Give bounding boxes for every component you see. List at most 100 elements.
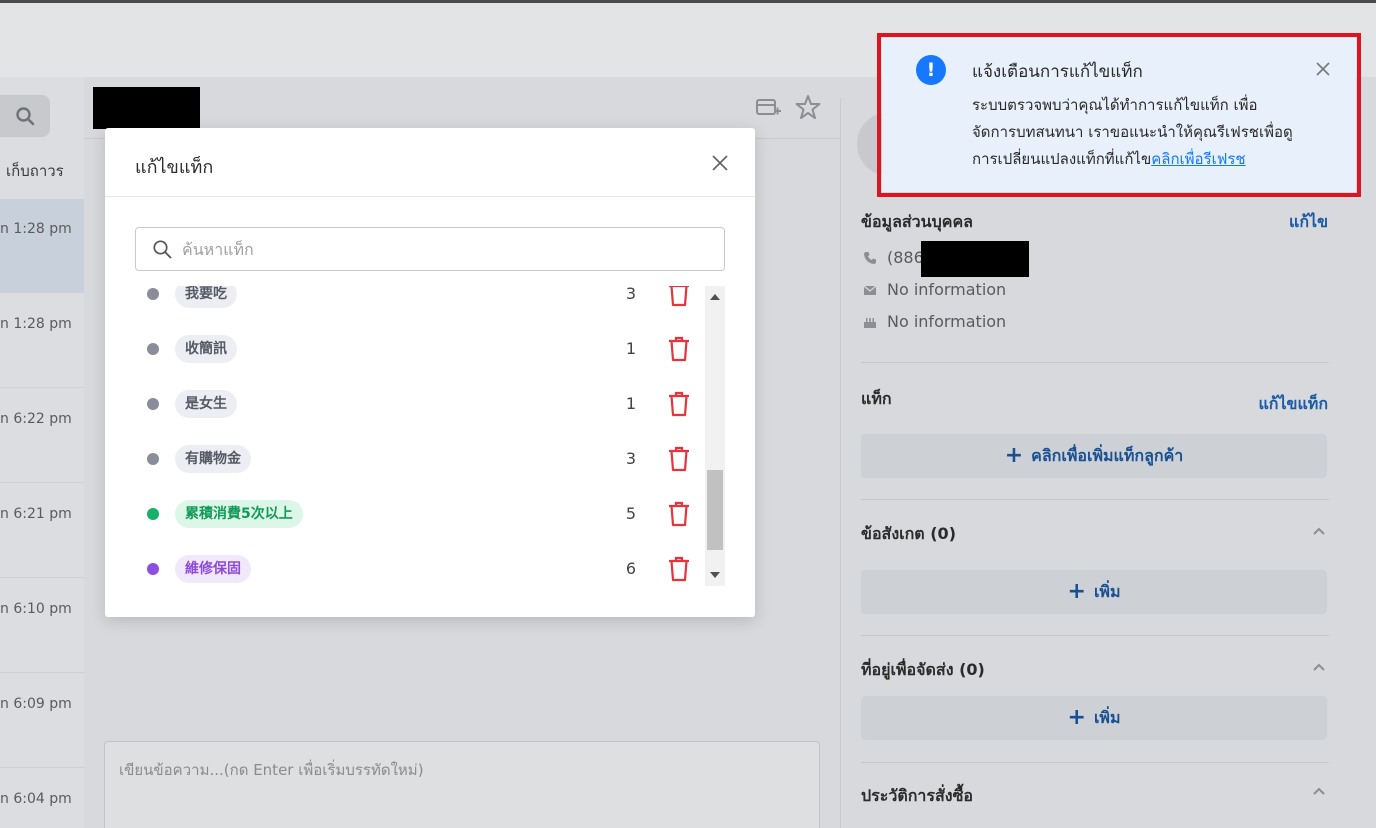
tag-color-dot	[147, 398, 159, 410]
tag-row: 是女生 1	[135, 378, 705, 433]
trash-icon[interactable]	[667, 336, 691, 362]
archive-filter-label[interactable]: เก็บถาวร	[6, 159, 64, 183]
trash-icon[interactable]	[667, 286, 691, 307]
conversation-item[interactable]: n 6:10 pm	[0, 579, 84, 673]
add-customer-tag-label: คลิกเพื่อเพิ่มแท็กลูกค้า	[1031, 445, 1184, 465]
conversation-time: n 6:21 pm	[0, 506, 72, 522]
personal-info-title: ข้อมูลส่วนบุคคล	[861, 212, 973, 231]
conversation-item[interactable]: n 1:28 pm	[0, 294, 84, 388]
birthday-row: No information	[863, 312, 1006, 331]
tag-usage-count: 3	[625, 449, 637, 468]
conversation-time: n 6:04 pm	[0, 791, 72, 807]
email-icon	[863, 285, 877, 295]
order-history-section-title: ประวัติการสั่งซื้อ	[861, 786, 974, 805]
notification-title: แจ้งเตือนการแก้ไขแท็ก	[972, 62, 1143, 82]
phone-value: (886	[887, 248, 924, 267]
star-icon[interactable]	[794, 93, 822, 121]
shipping-address-section-title: ที่อยู่เพื่อจัดส่ง (0)	[861, 660, 985, 679]
tag-row: 累積消費5次以上 5	[135, 488, 705, 543]
tag-chip: 維修保固	[175, 555, 251, 583]
phone-icon	[864, 251, 876, 264]
tag-search-input[interactable]	[182, 239, 702, 259]
tag-color-dot	[147, 288, 159, 300]
modal-title: แก้ไขแท็ก	[135, 157, 214, 178]
conversation-time: n 6:22 pm	[0, 411, 72, 427]
tag-usage-count: 1	[625, 394, 637, 413]
conversation-list-panel: เก็บถาวร n 1:28 pm n 1:28 pm n 6:22 pm n…	[0, 77, 84, 828]
divider	[861, 762, 1329, 763]
tag-color-dot	[147, 563, 159, 575]
email-value: No information	[887, 280, 1007, 299]
conversation-item[interactable]: n 1:28 pm	[0, 199, 84, 293]
tag-color-dot	[147, 343, 159, 355]
edit-tags-link[interactable]: แก้ไขแท็ก	[1258, 392, 1328, 417]
conversation-item[interactable]: n 6:04 pm	[0, 769, 84, 828]
tag-search-field[interactable]	[135, 227, 725, 271]
conversation-time: n 1:28 pm	[0, 221, 72, 237]
trash-icon[interactable]	[667, 501, 691, 527]
email-row: No information	[863, 280, 1006, 299]
notes-section-title: ข้อสังเกต (0)	[861, 524, 956, 543]
conversation-time: n 6:10 pm	[0, 601, 72, 617]
close-icon[interactable]	[1316, 62, 1330, 76]
tag-usage-count: 3	[625, 286, 637, 303]
tag-color-dot	[147, 453, 159, 465]
trash-icon[interactable]	[667, 391, 691, 417]
tag-usage-count: 6	[625, 559, 637, 578]
birthday-cake-icon	[864, 317, 876, 328]
personal-info-edit-link[interactable]: แก้ไข	[1289, 210, 1328, 235]
customer-profile-panel: ข้อมูลส่วนบุคคล แก้ไข (886 No informatio…	[840, 98, 1348, 828]
tag-row: 收簡訊 1	[135, 323, 705, 378]
tag-color-dot	[147, 508, 159, 520]
scroll-down-arrow-icon[interactable]	[705, 566, 725, 584]
tags-section-title: แท็ก	[861, 389, 892, 408]
refresh-link[interactable]: คลิกเพื่อรีเฟรช	[1151, 150, 1245, 168]
tag-chip: 是女生	[175, 390, 237, 418]
scrollbar-thumb[interactable]	[707, 470, 723, 550]
chevron-up-icon[interactable]	[1312, 660, 1326, 674]
divider	[861, 362, 1329, 363]
add-address-label: เพิ่ม	[1093, 707, 1121, 727]
chevron-up-icon[interactable]	[1312, 784, 1326, 798]
chevron-up-icon[interactable]	[1312, 524, 1326, 538]
tag-list-scrollbar[interactable]	[705, 286, 725, 586]
message-composer[interactable]: เขียนข้อความ...(กด Enter เพื่อเริ่มบรรทั…	[104, 741, 820, 828]
tag-row: 維修保固 6	[135, 543, 705, 586]
tag-edit-notification: ! แจ้งเตือนการแก้ไขแท็ก ระบบตรวจพบว่าคุณ…	[882, 38, 1356, 192]
tag-usage-count: 5	[625, 504, 637, 523]
add-address-button[interactable]: + เพิ่ม	[861, 696, 1327, 740]
add-note-label: เพิ่ม	[1093, 581, 1121, 601]
edit-tags-modal: แก้ไขแท็ก 我要吃 3 收簡訊 1 是女生 1 有購物金 3	[105, 128, 755, 617]
add-customer-tag-button[interactable]: + คลิกเพื่อเพิ่มแท็กลูกค้า	[861, 434, 1327, 478]
scroll-up-arrow-icon[interactable]	[705, 288, 725, 306]
phone-row: (886	[863, 248, 924, 267]
divider	[861, 499, 1329, 500]
redacted-phone-number	[921, 241, 1029, 277]
redacted-contact-name	[93, 87, 200, 129]
tag-list: 我要吃 3 收簡訊 1 是女生 1 有購物金 3 累積消費5次以上 5 維修保固…	[135, 286, 725, 586]
conversation-item[interactable]: n 6:21 pm	[0, 484, 84, 578]
close-icon[interactable]	[711, 154, 729, 172]
notification-body-line: จัดการบทสนทนา เราขอแนะนำให้คุณรีเฟรชเพื่…	[972, 123, 1293, 141]
modal-header: แก้ไขแท็ก	[105, 128, 755, 197]
conversation-item[interactable]: n 6:22 pm	[0, 389, 84, 483]
trash-icon[interactable]	[667, 446, 691, 472]
conversation-item[interactable]: n 6:09 pm	[0, 674, 84, 768]
plus-icon: +	[1067, 705, 1086, 730]
search-icon	[153, 240, 172, 259]
trash-icon[interactable]	[667, 556, 691, 582]
composer-placeholder: เขียนข้อความ...(กด Enter เพื่อเริ่มบรรทั…	[119, 761, 424, 779]
conversation-search-button[interactable]	[0, 95, 50, 137]
exclamation-icon: !	[916, 55, 946, 85]
notification-body: ระบบตรวจพบว่าคุณได้ทำการแก้ไขแท็ก เพื่อ …	[972, 92, 1342, 173]
tag-chip: 我要吃	[175, 286, 237, 308]
conversation-time: n 1:28 pm	[0, 316, 72, 332]
add-ticket-icon[interactable]	[754, 93, 782, 121]
birthday-value: No information	[887, 312, 1007, 331]
tag-chip: 累積消費5次以上	[175, 500, 303, 528]
notification-body-line: ระบบตรวจพบว่าคุณได้ทำการแก้ไขแท็ก เพื่อ	[972, 96, 1258, 114]
tag-usage-count: 1	[625, 339, 637, 358]
search-icon	[16, 107, 35, 126]
add-note-button[interactable]: + เพิ่ม	[861, 570, 1327, 614]
plus-icon: +	[1067, 579, 1086, 604]
